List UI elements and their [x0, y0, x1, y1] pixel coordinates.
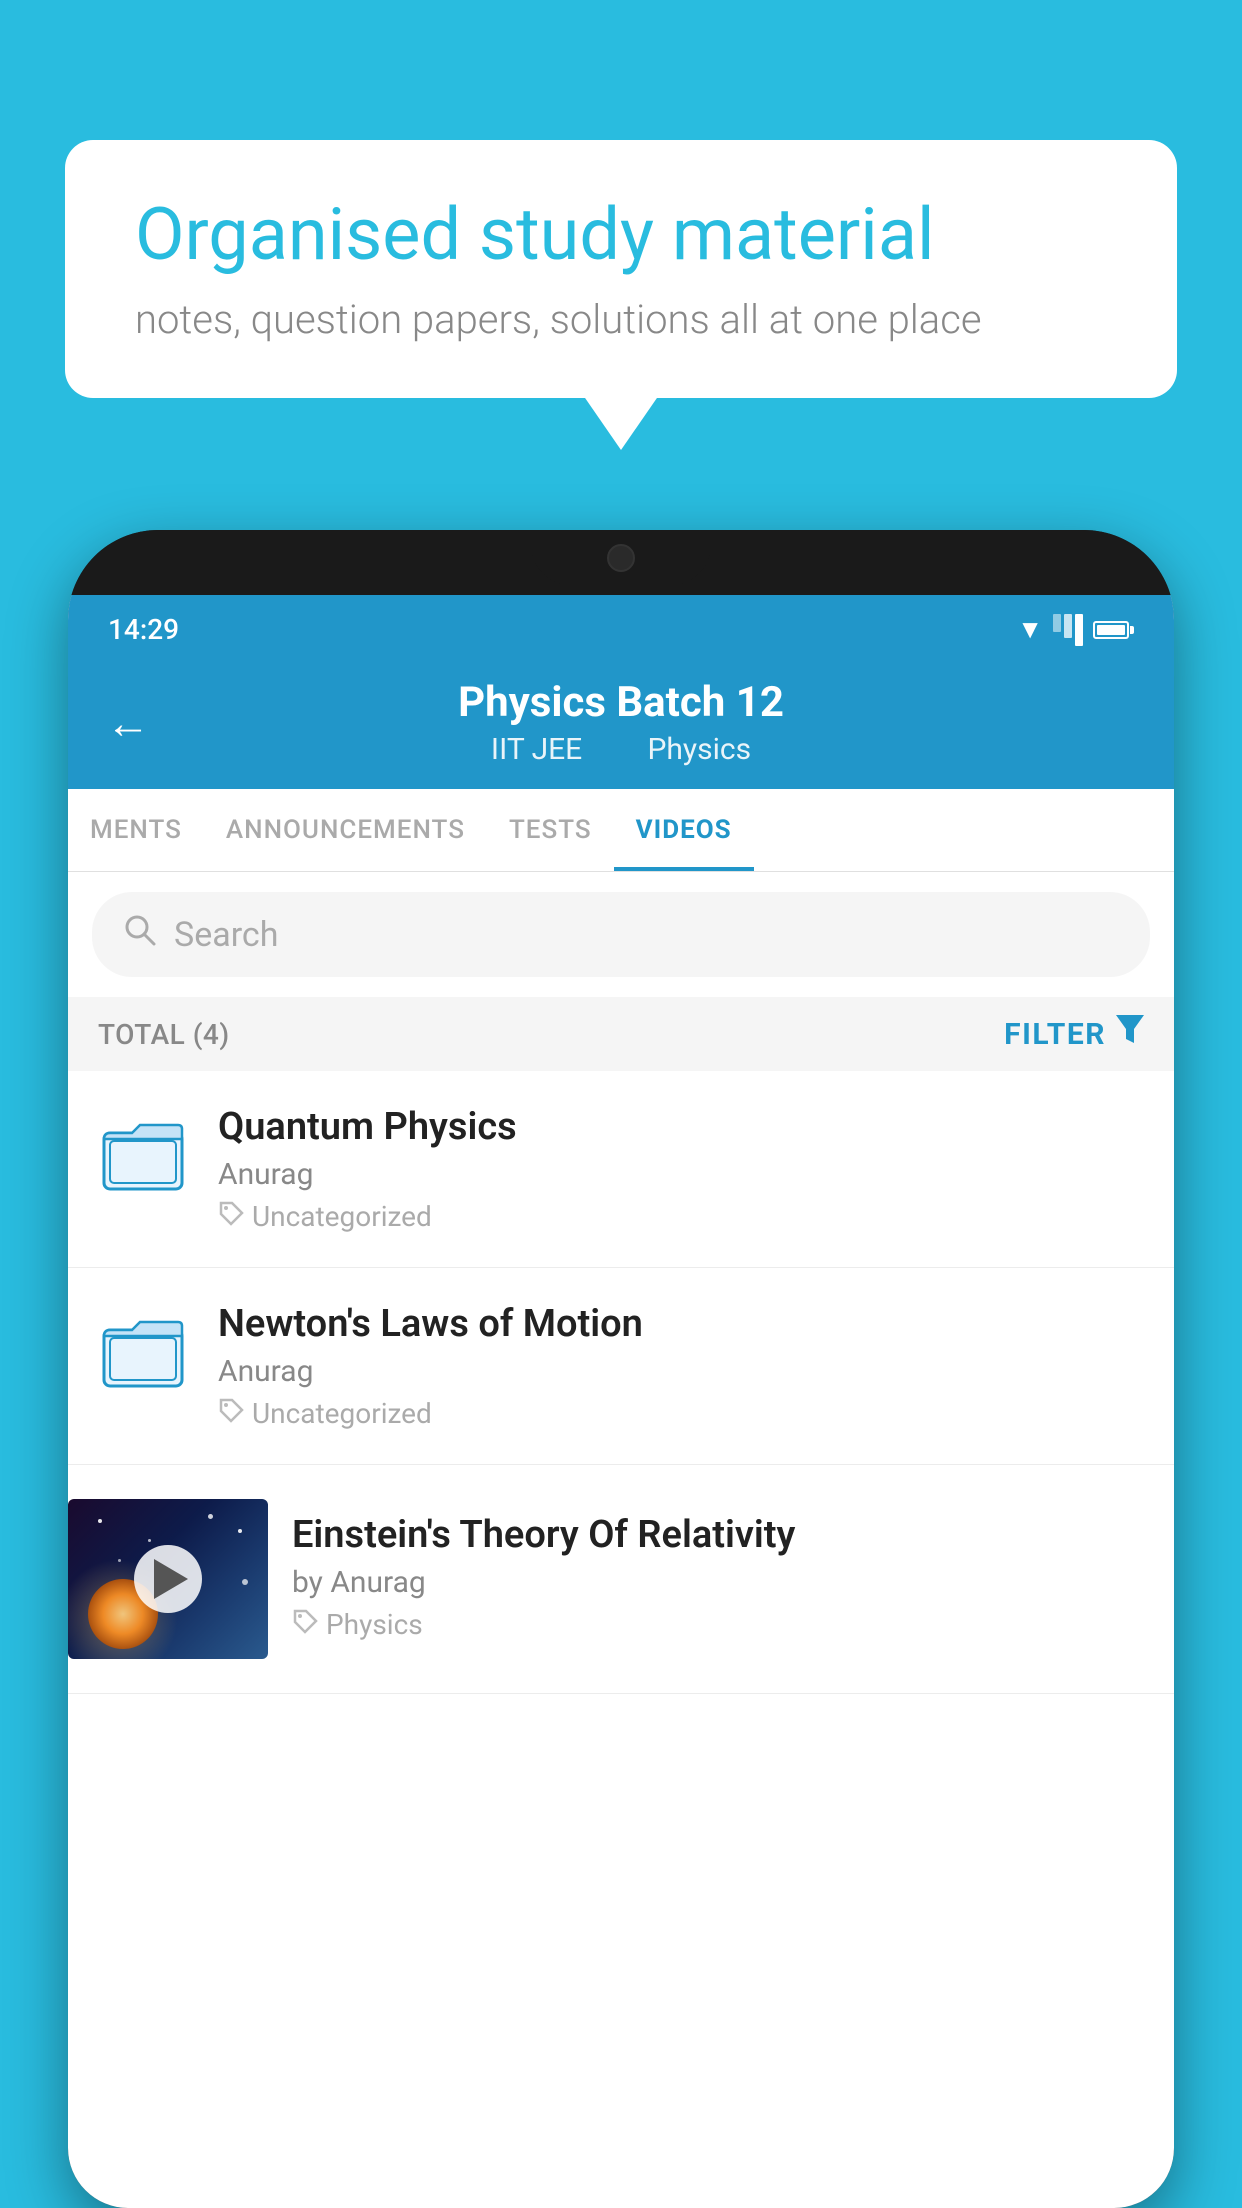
search-icon [122, 912, 158, 957]
speech-bubble-wrapper: Organised study material notes, question… [65, 140, 1177, 398]
list-item[interactable]: Newton's Laws of Motion Anurag Uncategor… [68, 1268, 1174, 1465]
tabs-bar: MENTS ANNOUNCEMENTS TESTS VIDEOS [68, 789, 1174, 872]
battery-icon [1093, 621, 1134, 639]
camera-icon [607, 544, 635, 572]
tab-ments[interactable]: MENTS [68, 789, 204, 871]
bubble-subtitle: notes, question papers, solutions all at… [135, 296, 1107, 343]
filter-button[interactable]: FILTER [1004, 1015, 1144, 1053]
video-title-1: Quantum Physics [218, 1105, 1144, 1149]
tag-icon-3 [292, 1608, 318, 1641]
video-tag-2: Uncategorized [218, 1397, 1144, 1430]
list-item[interactable]: Einstein's Theory Of Relativity by Anura… [68, 1465, 1174, 1694]
filter-funnel-icon [1116, 1015, 1144, 1053]
phone-frame: 14:29 ▼ ← Physics Batch 12 [68, 530, 1174, 2208]
video-list: Quantum Physics Anurag Uncategorized [68, 1071, 1174, 1694]
list-item[interactable]: Quantum Physics Anurag Uncategorized [68, 1071, 1174, 1268]
play-button-3[interactable] [134, 1545, 202, 1613]
header-subtitle-part2: Physics [647, 732, 751, 767]
play-triangle [154, 1559, 188, 1599]
video-item-info-3: Einstein's Theory Of Relativity by Anura… [292, 1499, 1144, 1641]
video-tag-1: Uncategorized [218, 1200, 1144, 1233]
status-time: 14:29 [108, 613, 179, 646]
video-item-info-2: Newton's Laws of Motion Anurag Uncategor… [218, 1302, 1144, 1430]
tab-videos[interactable]: VIDEOS [614, 789, 754, 871]
thumbnail-overlay [68, 1499, 268, 1659]
filter-bar: TOTAL (4) FILTER [68, 997, 1174, 1071]
video-author-1: Anurag [218, 1157, 1144, 1192]
signal-icon [1053, 614, 1083, 646]
tab-announcements[interactable]: ANNOUNCEMENTS [204, 789, 487, 871]
folder-icon-2 [98, 1306, 188, 1396]
notch [531, 530, 711, 585]
tab-tests[interactable]: TESTS [487, 789, 614, 871]
tag-icon-1 [218, 1200, 244, 1233]
search-bar[interactable]: Search [92, 892, 1150, 977]
header-subtitle-part1: IIT JEE [491, 732, 582, 767]
folder-icon-1 [98, 1109, 188, 1199]
video-author-3: by Anurag [292, 1565, 1144, 1600]
video-thumbnail-3 [68, 1499, 268, 1659]
header-title: Physics Batch 12 [108, 678, 1134, 728]
app-header: ← Physics Batch 12 IIT JEE Physics [68, 656, 1174, 789]
total-count: TOTAL (4) [98, 1018, 230, 1051]
video-title-2: Newton's Laws of Motion [218, 1302, 1144, 1346]
tag-icon-2 [218, 1397, 244, 1430]
video-author-2: Anurag [218, 1354, 1144, 1389]
phone-top-bar [68, 530, 1174, 595]
speech-bubble: Organised study material notes, question… [65, 140, 1177, 398]
video-item-info-1: Quantum Physics Anurag Uncategorized [218, 1105, 1144, 1233]
status-bar: 14:29 ▼ [68, 595, 1174, 656]
status-icons: ▼ [1017, 614, 1134, 646]
header-subtitle: IIT JEE Physics [108, 732, 1134, 767]
search-container: Search [68, 872, 1174, 997]
wifi-icon: ▼ [1017, 614, 1043, 645]
bubble-title: Organised study material [135, 195, 1107, 274]
search-placeholder: Search [174, 915, 278, 955]
video-tag-3: Physics [292, 1608, 1144, 1641]
video-title-3: Einstein's Theory Of Relativity [292, 1513, 1144, 1557]
filter-label: FILTER [1004, 1017, 1106, 1052]
phone-screen: 14:29 ▼ ← Physics Batch 12 [68, 595, 1174, 2208]
